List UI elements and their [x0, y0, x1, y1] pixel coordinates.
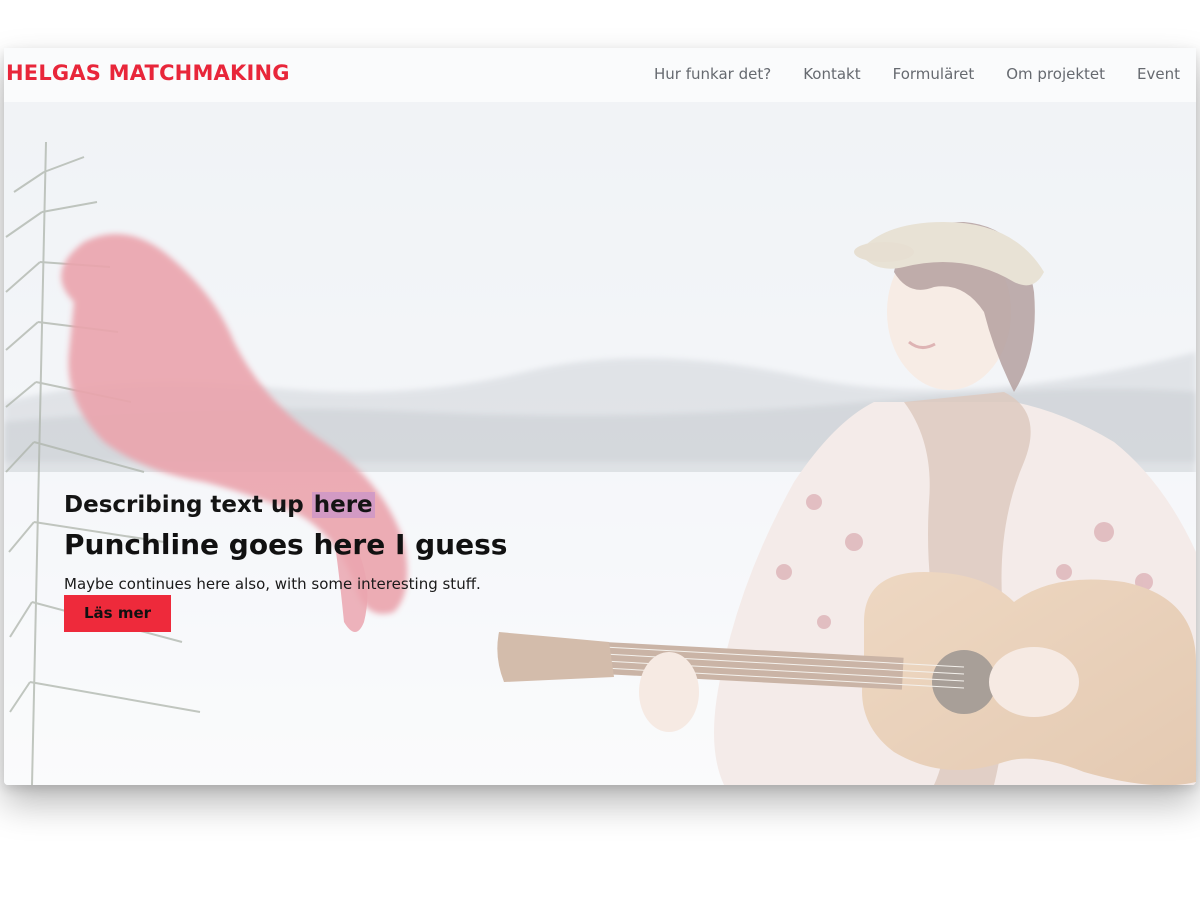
nav-link-kontakt[interactable]: Kontakt	[803, 65, 860, 83]
nav-link-formularet[interactable]: Formuläret	[893, 65, 975, 83]
site-header: HELGAS MATCHMAKING Hur funkar det? Konta…	[4, 48, 1196, 102]
read-more-button[interactable]: Läs mer	[64, 595, 172, 632]
site-logo[interactable]: HELGAS MATCHMAKING	[6, 61, 290, 85]
hero-overlay	[4, 102, 1196, 785]
hero-eyebrow-highlight: here	[311, 492, 375, 518]
hero-section: Describing text up here Punchline goes h…	[4, 102, 1196, 785]
nav-link-om-projektet[interactable]: Om projektet	[1006, 65, 1105, 83]
main-nav: Hur funkar det? Kontakt Formuläret Om pr…	[654, 65, 1180, 83]
hero-content: Describing text up here Punchline goes h…	[64, 492, 507, 632]
hero-eyebrow-text: Describing text up	[64, 492, 312, 518]
browser-window: HELGAS MATCHMAKING Hur funkar det? Konta…	[4, 48, 1196, 785]
hero-punchline: Punchline goes here I guess	[64, 528, 508, 561]
nav-link-event[interactable]: Event	[1137, 65, 1180, 83]
nav-link-hur-funkar-det[interactable]: Hur funkar det?	[654, 65, 771, 83]
hero-subtext: Maybe continues here also, with some int…	[64, 575, 481, 593]
hero-eyebrow: Describing text up here	[64, 492, 507, 518]
